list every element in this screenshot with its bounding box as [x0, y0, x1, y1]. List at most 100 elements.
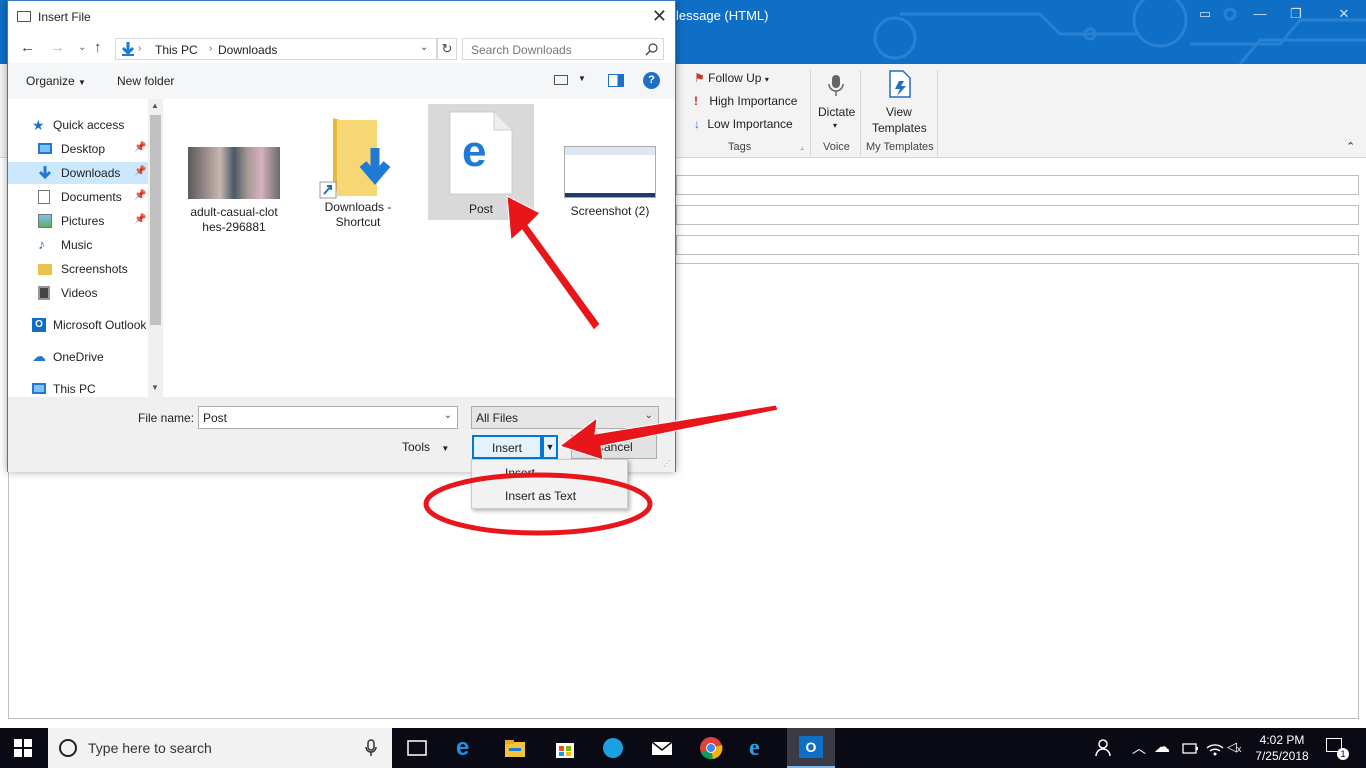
breadcrumb-downloads[interactable]: Downloads [218, 43, 277, 57]
outlook-icon: O [32, 318, 46, 332]
people-icon[interactable] [1093, 736, 1117, 760]
preview-pane-icon[interactable] [608, 74, 624, 87]
cancel-button[interactable]: Cancel [571, 435, 657, 459]
file-name: adult-casual-clot hes-296881 [190, 205, 278, 234]
pin-icon[interactable]: 📌 [134, 214, 146, 225]
folder-shortcut-icon [319, 118, 391, 199]
mail-icon[interactable] [650, 736, 674, 760]
file-item-post[interactable]: e Post [428, 104, 534, 220]
pin-icon[interactable]: 📌 [134, 166, 146, 177]
low-importance-button[interactable]: ↓ Low Importance [694, 117, 793, 131]
taskbar-outlook-active[interactable]: O [787, 728, 835, 768]
close-icon[interactable]: ✕ [652, 6, 667, 27]
scrollbar-thumb[interactable] [150, 115, 161, 325]
pin-icon[interactable]: 📌 [134, 190, 146, 201]
file-item-screenshot-2[interactable]: Screenshot (2) [557, 146, 663, 219]
view-dropdown-icon[interactable]: ▼ [578, 74, 586, 83]
taskbar-search-input[interactable]: Type here to search [48, 728, 392, 768]
nav-item-documents[interactable]: Documents 📌 [8, 186, 148, 208]
dictate-button[interactable]: Dictate [818, 105, 855, 119]
file-explorer-icon[interactable] [503, 736, 527, 760]
file-type-select[interactable]: All Files ⌄ [471, 406, 659, 429]
follow-up-button[interactable]: ⚑ Follow Up ▾ [694, 71, 769, 85]
breadcrumb-chevron-icon: › [209, 43, 213, 54]
refresh-icon[interactable]: ↻ [437, 38, 457, 60]
taskbar-search-placeholder: Type here to search [88, 740, 212, 756]
chevron-up-icon[interactable]: ︿ [1132, 738, 1156, 762]
music-icon: ♪ [38, 236, 45, 252]
videos-icon [38, 286, 50, 300]
follow-up-label: Follow Up [708, 71, 762, 85]
dictate-dropdown-icon[interactable]: ▾ [833, 121, 837, 130]
internet-explorer-icon[interactable]: e [749, 736, 773, 760]
dialog-toolbar: Organize ▼ New folder ▼ ? [8, 63, 675, 99]
nav-item-pictures[interactable]: Pictures 📌 [8, 210, 148, 232]
chrome-icon[interactable] [699, 736, 723, 760]
breadcrumb-this-pc[interactable]: This PC [155, 43, 198, 57]
pin-icon[interactable]: 📌 [134, 142, 146, 153]
nav-item-downloads[interactable]: Downloads 📌 [8, 162, 148, 184]
tools-button[interactable]: Tools ▼ [402, 440, 449, 454]
nav-item-this-pc[interactable]: This PC [8, 378, 148, 397]
cc-field[interactable] [676, 205, 1359, 225]
menu-item-insert[interactable]: Insert [472, 462, 627, 484]
insert-button[interactable]: Insert [472, 435, 542, 459]
ribbon-display-options-icon[interactable]: ▭ [1195, 6, 1215, 22]
minimize-icon[interactable]: — [1250, 6, 1270, 21]
high-importance-button[interactable]: ! High Importance [694, 94, 797, 108]
chevron-down-icon[interactable]: ⌄ [444, 410, 452, 421]
insert-split-dropdown-icon[interactable]: ▼ [542, 435, 558, 459]
svg-text:e: e [462, 127, 486, 176]
address-bar[interactable]: › This PC › Downloads ⌄ [115, 38, 437, 60]
onedrive-icon[interactable]: ☁ [1154, 737, 1178, 761]
view-templates-label[interactable]: Templates [872, 121, 927, 135]
collapse-ribbon-icon[interactable]: ⌃ [1346, 140, 1355, 153]
dialog-launcher-icon[interactable]: ⌟ [800, 142, 804, 151]
nav-item-quick-access[interactable]: ★ Quick access [8, 114, 148, 136]
nav-item-videos[interactable]: Videos [8, 282, 148, 304]
wifi-icon[interactable] [1204, 736, 1228, 760]
folder-icon [38, 264, 52, 275]
task-view-icon[interactable] [405, 736, 429, 760]
volume-muted-icon[interactable]: ◁ₓ [1227, 739, 1251, 763]
nav-item-onedrive[interactable]: ☁ OneDrive [8, 346, 148, 368]
back-arrow-icon[interactable]: ← [20, 39, 35, 56]
microphone-icon[interactable] [365, 739, 377, 757]
dialog-titlebar: Insert File ✕ [8, 1, 675, 33]
nav-scrollbar[interactable]: ▲ ▼ [148, 99, 163, 397]
resize-grip-icon[interactable]: ⋰ [663, 459, 671, 468]
file-item-adult-casual-clothes[interactable]: adult-casual-clot hes-296881 [181, 147, 287, 235]
up-arrow-icon[interactable]: ↑ [94, 39, 102, 56]
scroll-down-icon[interactable]: ▼ [151, 383, 159, 392]
view-options-icon[interactable] [554, 75, 568, 85]
address-dropdown-icon[interactable]: ⌄ [420, 42, 428, 53]
restore-icon[interactable]: ❐ [1286, 6, 1306, 22]
to-field[interactable] [676, 175, 1359, 195]
organize-button[interactable]: Organize ▼ [26, 74, 86, 88]
recent-locations-icon[interactable]: ⌄ [78, 42, 86, 53]
nav-item-screenshots[interactable]: Screenshots [8, 258, 148, 280]
subject-field[interactable] [676, 235, 1359, 255]
search-input[interactable]: Search Downloads [462, 38, 664, 60]
file-name-input[interactable]: Post ⌄ [198, 406, 458, 429]
store-icon[interactable] [553, 736, 577, 760]
nav-item-label: Quick access [53, 118, 125, 132]
safari-icon[interactable] [601, 736, 625, 760]
nav-item-desktop[interactable]: Desktop 📌 [8, 138, 148, 160]
nav-item-music[interactable]: ♪ Music [8, 234, 148, 256]
menu-item-insert-as-text[interactable]: Insert as Text [472, 485, 627, 507]
nav-item-outlook[interactable]: O Microsoft Outlook [8, 314, 163, 336]
close-window-icon[interactable]: ✕ [1334, 6, 1354, 22]
forward-arrow-icon[interactable]: → [50, 39, 65, 56]
view-templates-button[interactable]: View [886, 105, 912, 119]
taskbar-clock[interactable]: 4:02 PM 7/25/2018 [1252, 732, 1312, 764]
new-folder-button[interactable]: New folder [117, 74, 174, 88]
help-icon[interactable]: ? [643, 72, 660, 89]
scroll-up-icon[interactable]: ▲ [151, 101, 159, 110]
file-item-downloads-shortcut[interactable]: Downloads - Shortcut [305, 116, 411, 230]
battery-icon[interactable] [1180, 736, 1204, 760]
edge-icon[interactable]: e [456, 736, 480, 760]
low-importance-label: Low Importance [707, 117, 793, 131]
windows-start-icon[interactable] [13, 738, 37, 762]
chevron-down-icon: ⌄ [644, 410, 653, 421]
